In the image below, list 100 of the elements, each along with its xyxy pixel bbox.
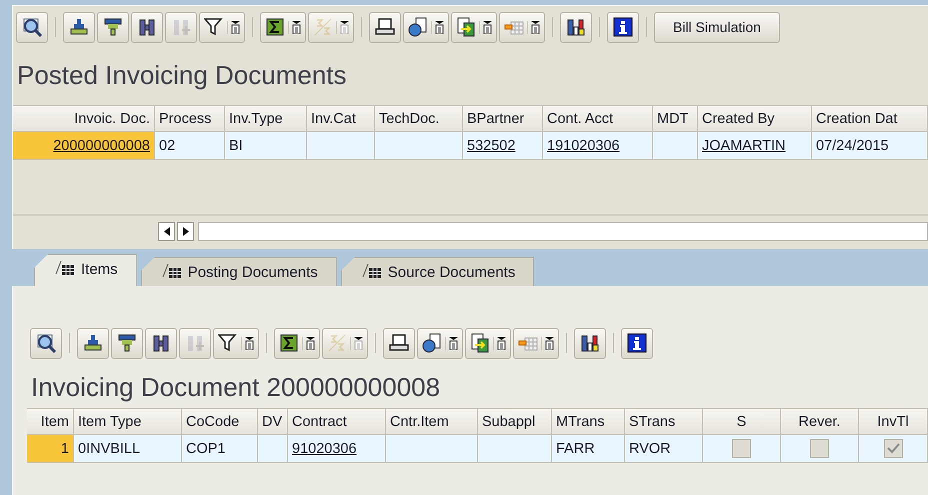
toolbar-button[interactable] [111,328,143,358]
column-header[interactable]: MTrans [552,408,625,435]
dropdown-icon [483,20,492,34]
check-icon [886,443,900,454]
toolbar-button[interactable] [274,328,320,358]
dropdown-icon [292,20,301,34]
binoculars-icon [151,333,171,353]
column-header[interactable]: STrans [625,408,703,435]
table-cell: 02 [155,132,225,160]
toolbar-button[interactable] [607,12,639,42]
sigma-icon [265,17,285,37]
info-icon [627,333,647,353]
column-header[interactable]: Invoic. Doc. [13,105,155,132]
bar-chart-icon [580,333,600,353]
column-header[interactable]: S [703,408,781,435]
right-arrow-icon [182,226,188,236]
scrollbar-track[interactable] [198,222,928,240]
cell-link[interactable]: 200000000008 [53,138,150,154]
documents-icon [422,333,442,353]
left-arrow-icon [164,226,170,236]
dropdown-icon [497,336,506,350]
toolbar-button[interactable] [403,12,449,42]
column-header[interactable]: Inv.Type [225,105,307,132]
table-icon [362,262,382,278]
subtotal-icon [327,333,347,353]
bill-simulation-button[interactable]: Bill Simulation [654,12,780,42]
column-header[interactable]: Rever. [781,408,859,435]
dropdown-icon [340,20,349,34]
column-header[interactable]: Contract [288,408,386,435]
table-icon [162,262,182,278]
column-header[interactable]: Created By [698,105,812,132]
tab[interactable]: Posting Documents [140,257,337,286]
magnifier-icon [22,17,42,37]
table-cell: 07/24/2015 [812,132,928,160]
dropdown-icon [531,20,540,34]
toolbar-button[interactable] [465,328,511,358]
table-cell: 0INVBILL [74,435,182,463]
sort-descending-icon [117,333,137,353]
sort-descending-icon [103,17,123,37]
toolbar-button[interactable] [560,12,592,42]
printer-icon [389,333,409,353]
binoculars-plus-icon [185,333,205,353]
column-header[interactable]: Inv.Cat [307,105,375,132]
toolbar-button[interactable] [513,328,559,358]
info-icon [613,17,633,37]
column-header[interactable]: CoCode [182,408,258,435]
column-header[interactable]: Cntr.Item [386,408,478,435]
tab[interactable]: Items [34,254,137,286]
toolbar-button[interactable] [499,12,545,42]
dropdown-icon [245,336,254,350]
dropdown-icon [306,336,315,350]
toolbar-button[interactable] [621,328,653,358]
scroll-left-button[interactable] [158,222,175,240]
printer-icon [375,17,395,37]
column-header[interactable]: MDT [653,105,698,132]
column-header[interactable]: Subappl [478,408,552,435]
toolbar-button[interactable] [77,328,109,358]
toolbar-button[interactable] [451,12,497,42]
table-cell: COP1 [182,435,258,463]
table-cell: BI [225,132,307,160]
toolbar-button[interactable] [199,12,245,42]
toolbar-button[interactable] [145,328,177,358]
funnel-icon [218,333,238,353]
column-header[interactable]: Process [155,105,225,132]
toolbar-button[interactable] [383,328,415,358]
toolbar-button[interactable] [417,328,463,358]
export-icon [456,17,476,37]
column-header[interactable]: TechDoc. [375,105,463,132]
cell-text: 1 [60,441,69,457]
toolbar-button[interactable] [16,12,48,42]
toolbar-button[interactable] [97,12,129,42]
sort-ascending-icon [83,333,103,353]
toolbar-button[interactable] [213,328,259,358]
toolbar-button[interactable] [260,12,306,42]
table-icon [55,259,75,275]
column-header[interactable]: InvTl [859,408,928,435]
export-icon [470,333,490,353]
bar-chart-icon [566,17,586,37]
toolbar-button[interactable] [131,12,163,42]
column-header[interactable]: Cont. Acct [543,105,653,132]
binoculars-plus-icon [171,17,191,37]
toolbar-button[interactable] [369,12,401,42]
column-header[interactable]: BPartner [463,105,543,132]
column-header[interactable]: Creation Dat [812,105,928,132]
column-header[interactable]: Item Type [74,408,182,435]
table-cell: RVOR [625,435,703,463]
sort-ascending-icon [69,17,89,37]
dropdown-icon [545,336,554,350]
document-title: Invoicing Document 200000000008 [30,371,442,404]
column-header[interactable]: Item [27,408,74,435]
funnel-icon [204,17,224,37]
toolbar-button[interactable] [63,12,95,42]
subtotal-icon [313,17,333,37]
toolbar-button[interactable] [30,328,62,358]
column-header[interactable]: DV [258,408,288,435]
tab[interactable]: Source Documents [340,257,534,286]
scroll-right-button[interactable] [177,222,194,240]
toolbar-button[interactable] [574,328,606,358]
dropdown-icon [354,336,363,350]
dropdown-icon [231,20,240,34]
